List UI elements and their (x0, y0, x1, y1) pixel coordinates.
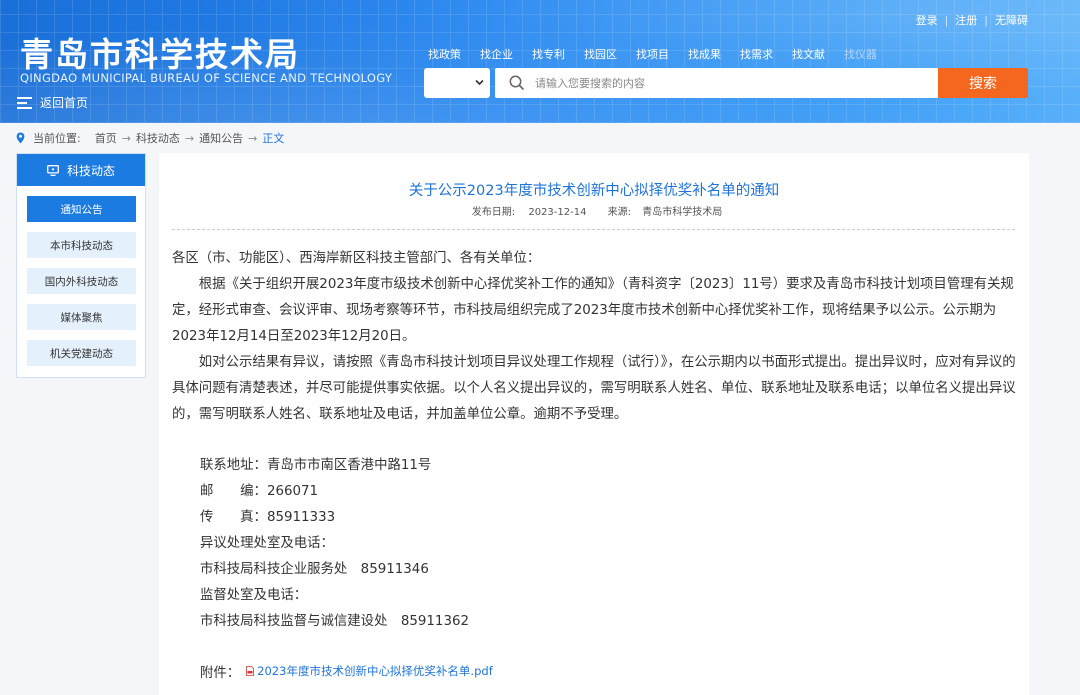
sidebar-item-media[interactable]: 媒体聚焦 (27, 304, 136, 330)
nav-instrument[interactable]: 找仪器 (844, 46, 877, 62)
nav-literature[interactable]: 找文献 (792, 46, 825, 62)
nav-demand[interactable]: 找需求 (740, 46, 773, 62)
article-salutation: 各区（市、功能区）、西海岸新区科技主管部门、各有关单位： (172, 251, 541, 266)
top-links: 登录 | 注册 | 无障碍 (916, 12, 1028, 28)
breadcrumb-current: 正文 (262, 132, 285, 145)
search-input[interactable]: 请输入您要搜索的内容 (495, 68, 938, 98)
search-category-select[interactable] (424, 68, 490, 98)
article-panel: 关于公示2023年度市技术创新中心拟择优奖补名单的通知 发布日期: 2023-1… (159, 153, 1029, 695)
breadcrumb-notices[interactable]: 通知公告 (199, 130, 243, 146)
attachment-link[interactable]: 2023年度市技术创新中心拟择优奖补名单.pdf (257, 663, 493, 679)
article-meta: 发布日期: 2023-12-14 来源: 青岛市科学技术局 (159, 203, 1029, 218)
sidebar-item-notices[interactable]: 通知公告 (27, 196, 136, 222)
breadcrumb-home[interactable]: 首页 (95, 130, 117, 146)
attachment-row: 附件： 2023年度市技术创新中心拟择优奖补名单.pdf (200, 661, 493, 681)
sidebar: 科技动态 通知公告 本市科技动态 国内外科技动态 媒体聚焦 机关党建动态 (16, 153, 146, 378)
article-source: 青岛市科学技术局 (642, 207, 723, 218)
location-pin-icon (16, 132, 25, 144)
accessibility-link[interactable]: 无障碍 (995, 12, 1028, 28)
login-link[interactable]: 登录 (916, 12, 938, 28)
nav-park[interactable]: 找园区 (584, 46, 617, 62)
breadcrumb-arrow: → (248, 131, 258, 145)
article-date: 2023-12-14 (528, 207, 587, 218)
search-icon (509, 75, 525, 91)
breadcrumb: 当前位置: 首页 → 科技动态 → 通知公告 → 正文 (16, 129, 289, 147)
source-label: 来源: (607, 207, 632, 218)
separator: | (944, 13, 949, 27)
breadcrumb-arrow: → (121, 131, 131, 145)
separator: | (984, 13, 988, 27)
chevron-down-icon (475, 79, 484, 86)
attachment-label: 附件： (200, 666, 241, 681)
nav-patent[interactable]: 找专利 (532, 46, 565, 62)
sidebar-title: 科技动态 (66, 163, 115, 178)
objection-office-label: 异议处理处室及电话： (200, 536, 334, 551)
main-nav: 找政策 找企业 找专利 找园区 找项目 找成果 找需求 找文献 找仪器 (428, 46, 877, 62)
site-logo-cn[interactable]: 青岛市科学技术局 (20, 28, 300, 76)
back-home-link[interactable]: 返回首页 (17, 94, 88, 111)
back-home-label: 返回首页 (40, 96, 89, 110)
register-link[interactable]: 注册 (955, 12, 977, 28)
search-button[interactable]: 搜索 (938, 68, 1028, 98)
contact-postcode: 邮 编：266071 (200, 484, 319, 499)
sidebar-item-party[interactable]: 机关党建动态 (27, 340, 136, 366)
sidebar-item-local-news[interactable]: 本市科技动态 (27, 232, 136, 258)
sidebar-item-world-news[interactable]: 国内外科技动态 (27, 268, 136, 294)
nav-project[interactable]: 找项目 (636, 46, 669, 62)
article-title: 关于公示2023年度市技术创新中心拟择优奖补名单的通知 (408, 183, 780, 199)
supervision-office-label: 监督处室及电话： (200, 588, 308, 603)
objection-office: 市科技局科技企业服务处 85911346 (200, 562, 429, 577)
sidebar-header: 科技动态 (17, 154, 145, 186)
title-divider (172, 229, 1015, 230)
contact-address: 联系地址：青岛市市南区香港中路11号 (200, 458, 432, 473)
nav-policy[interactable]: 找政策 (428, 46, 461, 62)
breadcrumb-label: 当前位置: (33, 132, 81, 145)
search-placeholder: 请输入您要搜索的内容 (535, 77, 645, 90)
nav-achievement[interactable]: 找成果 (688, 46, 721, 62)
article-paragraph: 如对公示结果有异议，请按照《青岛市科技计划项目异议处理工作规程（试行）》，在公示… (172, 355, 1016, 422)
date-label: 发布日期: (471, 207, 516, 218)
site-header: 青岛市科学技术局 QINGDAO MUNICIPAL BUREAU OF SCI… (0, 0, 1080, 123)
article-paragraph: 根据《关于组织开展2023年度市级技术创新中心择优奖补工作的通知》（青科资字〔2… (172, 277, 1014, 344)
site-logo-en: QINGDAO MUNICIPAL BUREAU OF SCIENCE AND … (20, 71, 393, 85)
pdf-file-icon (246, 666, 255, 676)
contact-fax: 传 真：85911333 (200, 510, 336, 525)
menu-icon (17, 96, 32, 109)
nav-enterprise[interactable]: 找企业 (480, 46, 513, 62)
supervision-office: 市科技局科技监督与诚信建设处 85911362 (200, 614, 470, 629)
breadcrumb-news[interactable]: 科技动态 (136, 130, 180, 146)
monitor-icon (47, 164, 59, 176)
breadcrumb-arrow: → (184, 131, 195, 145)
